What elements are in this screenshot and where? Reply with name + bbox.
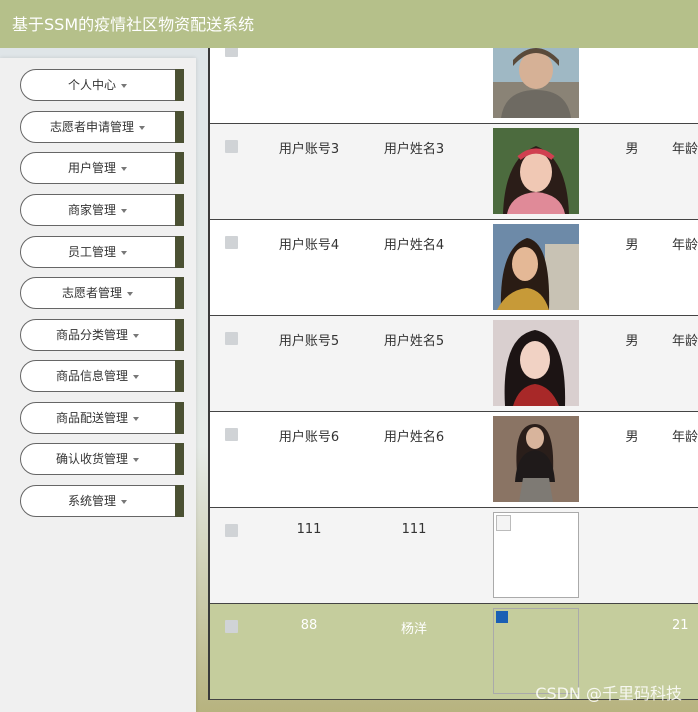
table-row: 11 11 男 年龄 — [210, 48, 698, 124]
sidebar-item-product-info[interactable]: 商品信息管理 — [20, 360, 184, 392]
name-cell: 杨洋 — [400, 622, 427, 637]
sidebar-item-product-delivery[interactable]: 商品配送管理 — [20, 402, 184, 434]
age-cell: 年龄 — [672, 430, 698, 445]
caret-down-icon — [133, 416, 139, 421]
table-row: 用户账号5 用户姓名5 男 年龄 — [210, 316, 698, 412]
caret-down-icon — [121, 499, 127, 504]
sidebar-item-accent — [175, 402, 184, 434]
sidebar-item-label: 商品配送管理 — [55, 411, 128, 425]
sidebar-item-label: 确认收货管理 — [55, 452, 128, 466]
account-cell: 用户账号5 — [278, 334, 340, 349]
sidebar-item-accent — [175, 69, 184, 101]
account-cell: 用户账号3 — [278, 142, 340, 157]
caret-down-icon — [133, 374, 139, 379]
age-cell: 年龄 — [672, 238, 698, 253]
age-cell: 年龄 — [672, 142, 698, 157]
sidebar-item-label: 商品信息管理 — [55, 369, 128, 383]
account-cell: 用户账号4 — [278, 238, 340, 253]
sidebar-item-accent — [175, 319, 184, 351]
sidebar-item-accent — [175, 194, 184, 226]
caret-down-icon — [127, 291, 133, 296]
sidebar-item-accent — [175, 443, 184, 475]
table-row: 用户账号6 用户姓名6 男 年龄 — [210, 412, 698, 508]
sidebar-item-label: 个人中心 — [67, 78, 116, 92]
row-checkbox[interactable] — [225, 428, 238, 441]
sidebar: 个人中心 志愿者申请管理 用户管理 商家管理 员工管理 志愿者管理 商品分类管理… — [0, 58, 196, 712]
user-photo — [493, 48, 579, 118]
sidebar-item-accent — [175, 360, 184, 392]
sidebar-item-staff[interactable]: 员工管理 — [20, 236, 184, 268]
gender-cell: 男 — [625, 430, 639, 445]
gender-cell: 男 — [625, 238, 639, 253]
row-checkbox[interactable] — [225, 48, 238, 57]
name-cell: 用户姓名3 — [383, 142, 445, 157]
row-checkbox[interactable] — [225, 236, 238, 249]
sidebar-item-users[interactable]: 用户管理 — [20, 152, 184, 184]
app-title: 基于SSM的疫情社区物资配送系统 — [12, 15, 255, 34]
name-cell: 111 — [401, 522, 427, 537]
row-checkbox[interactable] — [225, 332, 238, 345]
row-checkbox[interactable] — [225, 140, 238, 153]
name-cell: 用户姓名6 — [383, 430, 445, 445]
caret-down-icon — [133, 333, 139, 338]
user-photo — [493, 320, 579, 406]
sidebar-item-label: 商品分类管理 — [55, 328, 128, 342]
sidebar-item-accent — [175, 152, 184, 184]
sidebar-item-accent — [175, 485, 184, 517]
caret-down-icon — [121, 83, 127, 88]
user-table: 11 11 男 年龄 用户账号3 用户姓名3 — [208, 48, 698, 700]
sidebar-item-volunteer-application[interactable]: 志愿者申请管理 — [20, 111, 184, 143]
sidebar-item-volunteers[interactable]: 志愿者管理 — [20, 277, 184, 309]
table-row: 用户账号4 用户姓名4 男 年龄 — [210, 220, 698, 316]
sidebar-item-accent — [175, 236, 184, 268]
account-cell: 111 — [296, 522, 322, 537]
sidebar-item-accent — [175, 111, 184, 143]
sidebar-item-system[interactable]: 系统管理 — [20, 485, 184, 517]
row-checkbox[interactable] — [225, 620, 238, 633]
table-row: 111 111 — [210, 508, 698, 604]
name-cell: 用户姓名5 — [383, 334, 445, 349]
sidebar-item-label: 志愿者申请管理 — [49, 120, 134, 134]
gender-cell: 男 — [625, 142, 639, 157]
row-checkbox[interactable] — [225, 524, 238, 537]
sidebar-item-accent — [175, 277, 184, 309]
caret-down-icon — [139, 125, 145, 130]
watermark: CSDN @千里码科技 — [535, 684, 682, 703]
user-photo — [493, 224, 579, 310]
account-cell: 用户账号6 — [278, 430, 340, 445]
age-cell: 年龄 — [672, 334, 698, 349]
sidebar-item-label: 志愿者管理 — [61, 286, 122, 300]
sidebar-item-confirm-receipt[interactable]: 确认收货管理 — [20, 443, 184, 475]
caret-down-icon — [133, 457, 139, 462]
name-cell: 用户姓名4 — [383, 238, 445, 253]
user-photo — [493, 128, 579, 214]
sidebar-item-merchants[interactable]: 商家管理 — [20, 194, 184, 226]
caret-down-icon — [121, 250, 127, 255]
caret-down-icon — [121, 166, 127, 171]
sidebar-item-personal-center[interactable]: 个人中心 — [20, 69, 184, 101]
account-cell: 88 — [300, 618, 318, 633]
user-photo — [493, 416, 579, 502]
top-header: 基于SSM的疫情社区物资配送系统 — [0, 0, 698, 48]
broken-image-icon — [493, 512, 579, 598]
sidebar-item-product-categories[interactable]: 商品分类管理 — [20, 319, 184, 351]
table-row: 用户账号3 用户姓名3 男 年龄 — [210, 124, 698, 220]
caret-down-icon — [121, 208, 127, 213]
age-cell: 21 — [672, 618, 689, 633]
sidebar-item-label: 系统管理 — [67, 494, 116, 508]
gender-cell: 男 — [625, 334, 639, 349]
sidebar-item-label: 员工管理 — [67, 245, 116, 259]
sidebar-item-label: 商家管理 — [67, 203, 116, 217]
sidebar-item-label: 用户管理 — [67, 161, 116, 175]
